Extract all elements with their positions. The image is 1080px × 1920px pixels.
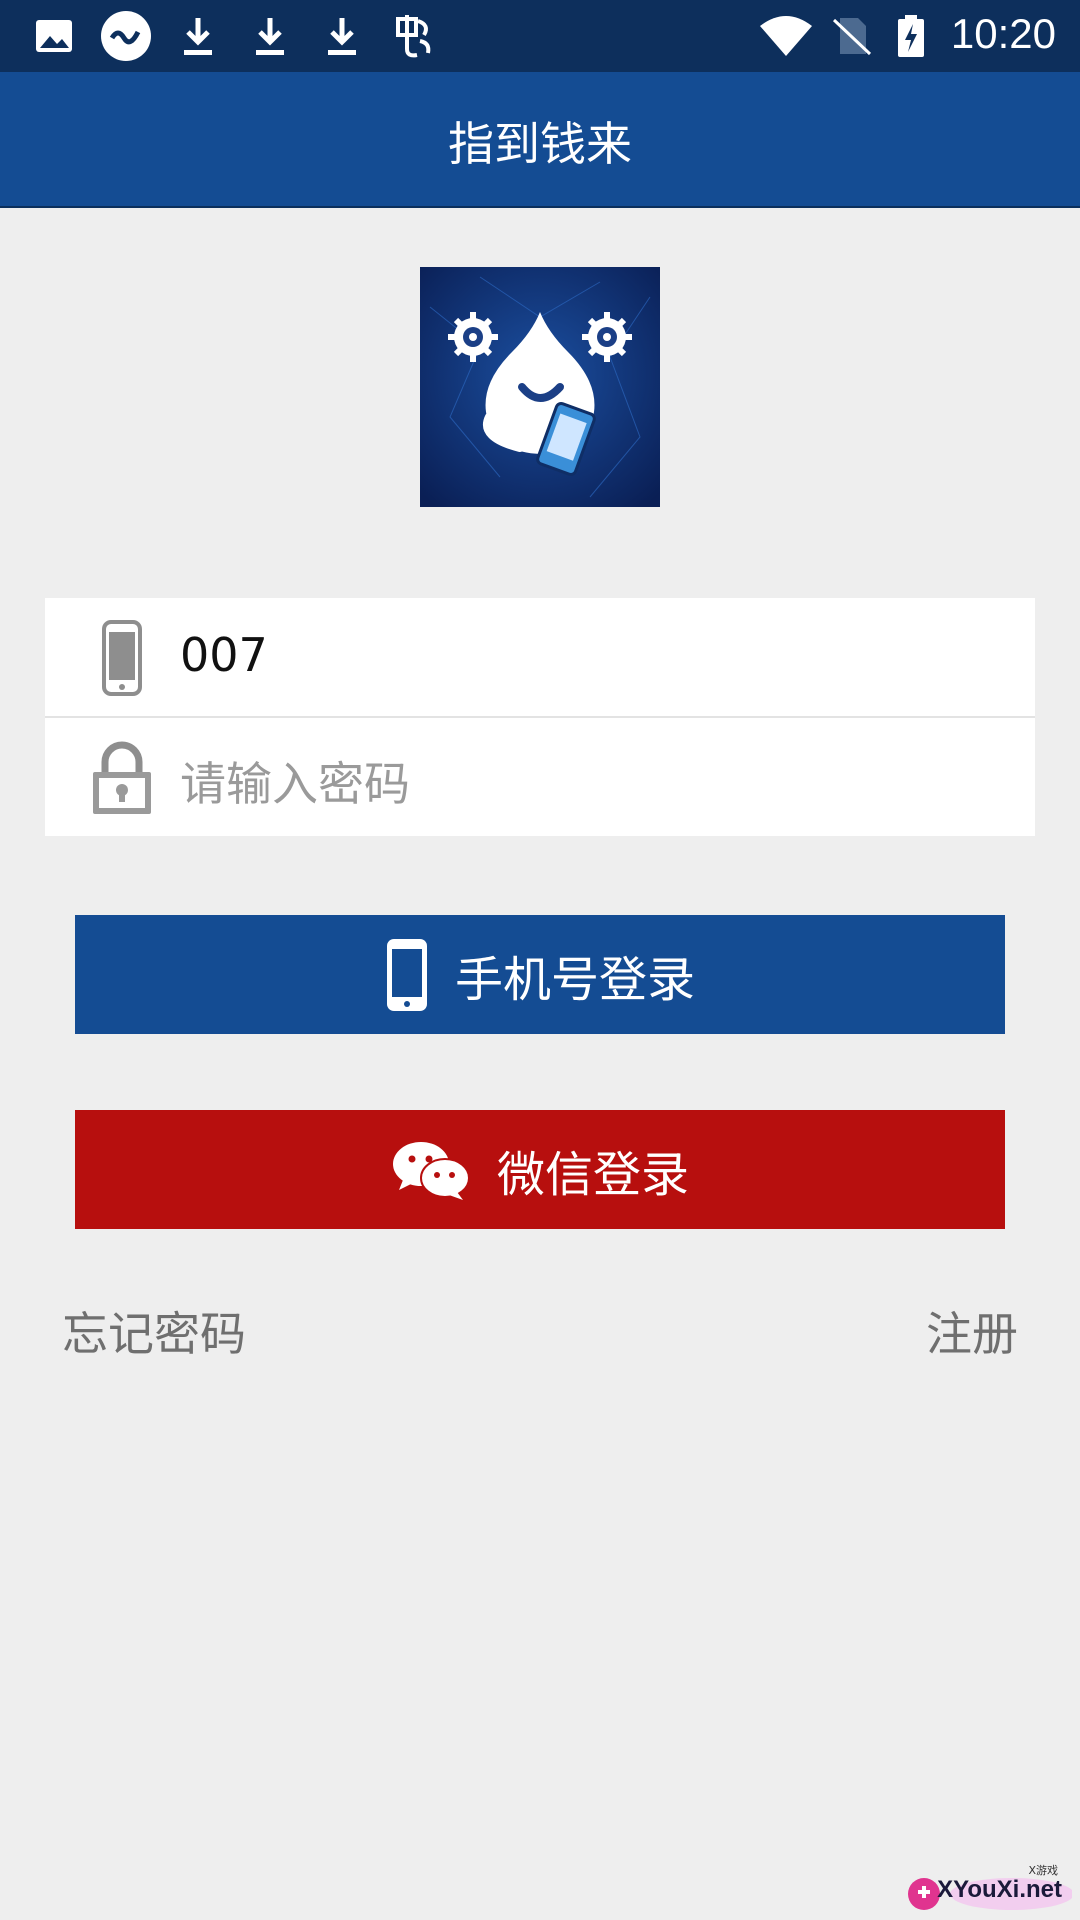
no-sim-icon: [832, 18, 872, 56]
phone-login-button[interactable]: 手机号登录: [75, 915, 1005, 1034]
watermark-logo: X游戏 XYouXi.net: [902, 1864, 1072, 1914]
wechat-icon: [391, 1138, 471, 1202]
lock-icon: [93, 741, 151, 814]
app-badge-icon: [101, 11, 151, 61]
phone-field[interactable]: 007: [45, 598, 1035, 716]
wechat-login-button[interactable]: 微信登录: [75, 1110, 1005, 1229]
status-bar: 10:20: [0, 0, 1080, 72]
download-icon: [328, 18, 356, 55]
image-icon: [36, 20, 72, 52]
status-time: 10:20: [950, 10, 1056, 57]
phone-login-label: 手机号登录: [454, 951, 695, 1008]
phone-icon: [102, 620, 142, 696]
watermark-text: XYouXi.net: [937, 1876, 1062, 1903]
page-title: 指到钱来: [448, 117, 632, 171]
phone-input[interactable]: 007: [180, 628, 268, 682]
password-field[interactable]: 请输入密码: [45, 718, 1035, 836]
download-icon: [256, 18, 284, 55]
forgot-password-link[interactable]: 忘记密码: [62, 1298, 246, 1364]
wifi-icon: [760, 16, 812, 56]
mobile-phone-icon: [385, 937, 429, 1013]
app-logo: [420, 267, 660, 507]
battery-charging-icon: [898, 15, 924, 57]
app-bar: 指到钱来: [0, 72, 1080, 208]
password-input[interactable]: 请输入密码: [180, 748, 410, 814]
wechat-login-label: 微信登录: [496, 1146, 689, 1203]
register-link[interactable]: 注册: [926, 1298, 1018, 1364]
chinese-app-icon: [396, 15, 431, 58]
download-icon: [184, 18, 212, 55]
